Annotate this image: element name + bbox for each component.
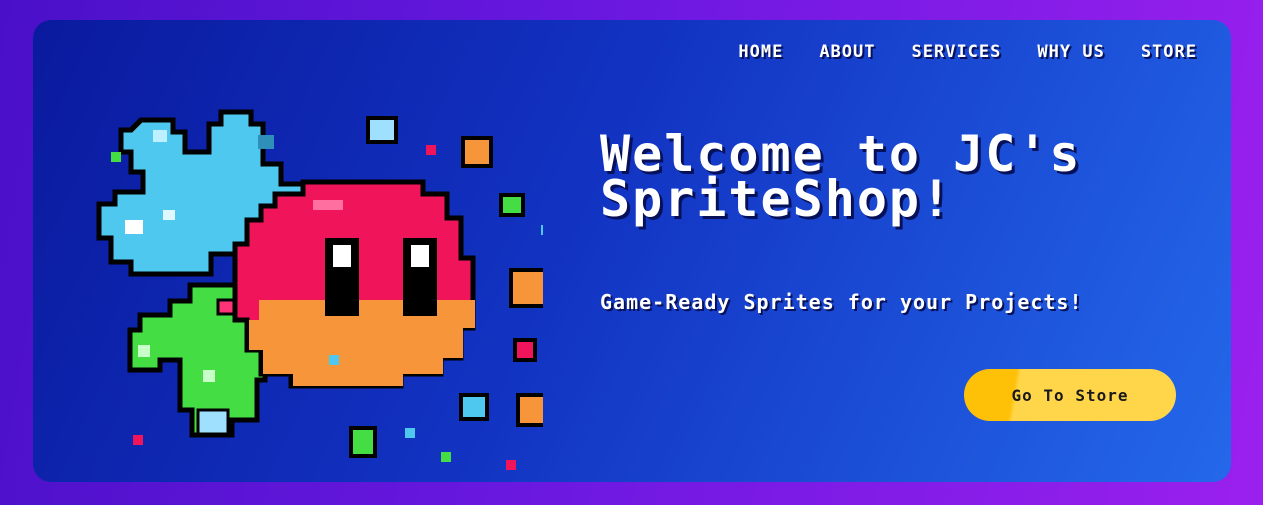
pink-slime [232,179,476,389]
hero-title: Welcome to JC's SpriteShop! [600,125,1082,228]
main-nav: HOME ABOUT SERVICES WHY US STORE [738,42,1197,62]
nav-home[interactable]: HOME [738,42,783,62]
nav-about[interactable]: ABOUT [819,42,875,62]
pixel-slime-illustration [96,109,543,470]
go-to-store-button[interactable]: Go To Store [964,369,1176,421]
hero-subtitle: Game-Ready Sprites for your Projects! [600,290,1083,314]
nav-why-us[interactable]: WHY US [1037,42,1104,62]
nav-store[interactable]: STORE [1141,42,1197,62]
nav-services[interactable]: SERVICES [912,42,1002,62]
hero-banner: HOME ABOUT SERVICES WHY US STORE Welcome… [33,20,1231,482]
